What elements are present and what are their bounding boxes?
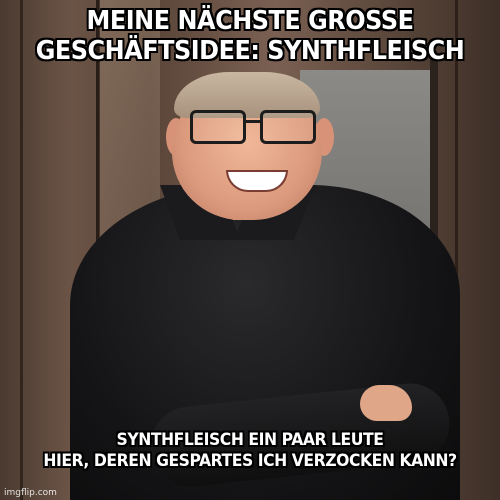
glasses-lens-left xyxy=(190,110,246,144)
imgflip-watermark: imgflip.com xyxy=(4,488,57,498)
glasses-lens-right xyxy=(260,110,316,144)
bottom-caption-line-2: HIER, DEREN GESPARTES ICH VERZOCKEN KANN… xyxy=(43,451,457,471)
meme-image: MEINE NÄCHSTE GROSSE GESCHÄFTSIDEE: SYNT… xyxy=(0,0,500,500)
bottom-caption-line-1: SYNTHFLEISCH EIN PAAR LEUTE xyxy=(116,430,384,450)
top-caption-line-2: GESCHÄFTSIDEE: SYNTHFLEISCH xyxy=(35,36,465,66)
hand xyxy=(360,385,412,421)
glasses xyxy=(190,110,322,144)
glasses-bridge xyxy=(245,120,261,123)
top-caption-line-1: MEINE NÄCHSTE GROSSE xyxy=(86,6,414,36)
smiling-man-photo xyxy=(0,0,500,500)
bottom-caption: SYNTHFLEISCH EIN PAAR LEUTE HIER, DEREN … xyxy=(20,430,480,472)
top-caption: MEINE NÄCHSTE GROSSE GESCHÄFTSIDEE: SYNT… xyxy=(20,6,480,66)
